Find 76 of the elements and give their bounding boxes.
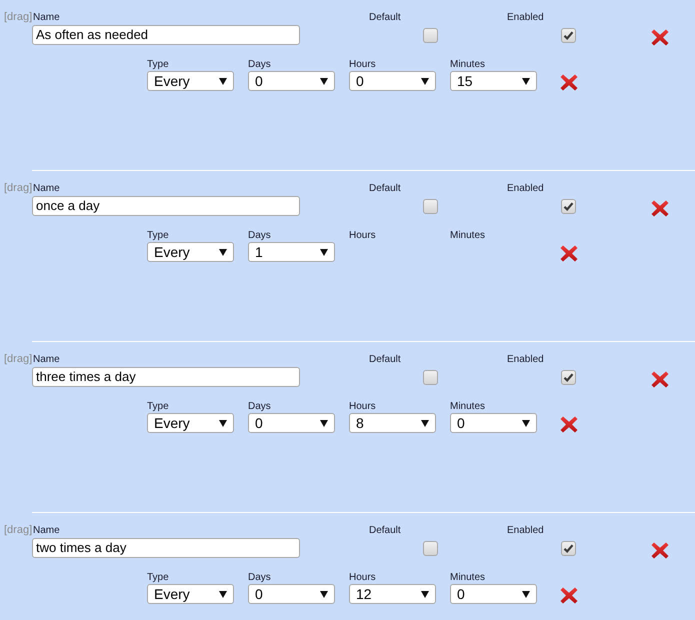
field-label: Hours	[349, 230, 376, 242]
name-field[interactable]: once a day	[32, 196, 300, 216]
field-label: Hours	[349, 59, 376, 71]
checkbox[interactable]	[423, 541, 438, 556]
caret-icon	[421, 420, 429, 426]
field-label: Hours	[349, 572, 376, 584]
cross-icon[interactable]	[560, 416, 578, 433]
cross-icon[interactable]	[560, 245, 578, 262]
field-label: Name	[33, 354, 60, 366]
name-field[interactable]: As often as needed	[32, 25, 300, 45]
field-label: Days	[248, 230, 271, 242]
dropdown[interactable]: 0	[248, 413, 335, 433]
checkbox[interactable]	[423, 28, 438, 43]
caret-icon	[421, 590, 429, 598]
field-label: Days	[248, 572, 271, 584]
checkbox[interactable]	[423, 199, 438, 214]
caret-icon	[522, 78, 530, 84]
dropdown[interactable]: Every	[147, 413, 234, 433]
dropdown[interactable]: 8	[349, 413, 436, 433]
caret-icon	[522, 420, 530, 426]
caret-icon	[219, 78, 227, 84]
field-label: Hours	[349, 401, 376, 413]
caret-icon	[421, 78, 429, 84]
dropdown[interactable]: 0	[450, 413, 537, 433]
field-label: Minutes	[450, 572, 486, 584]
field-label: Minutes	[450, 59, 486, 71]
name-field[interactable]: three times a day	[32, 367, 300, 387]
cross-icon[interactable]	[651, 29, 669, 46]
checkbox[interactable]	[561, 199, 576, 214]
dropdown[interactable]: Every	[147, 242, 234, 262]
dropdown[interactable]: Every	[147, 584, 234, 604]
cross-icon[interactable]	[651, 371, 669, 388]
caret-icon	[219, 590, 227, 598]
cross-icon[interactable]	[651, 200, 669, 217]
dropdown[interactable]: 0	[248, 71, 335, 91]
field-label: Name	[33, 183, 60, 195]
field-label: Minutes	[450, 401, 486, 413]
name-field[interactable]: two times a day	[32, 538, 300, 558]
dropdown[interactable]: 12	[349, 584, 436, 604]
column-label: Enabled	[507, 12, 544, 24]
cross-icon[interactable]	[560, 587, 578, 604]
checkbox[interactable]	[423, 370, 438, 385]
caret-icon	[320, 420, 328, 426]
column-label: Enabled	[507, 183, 544, 195]
field-label: Days	[248, 59, 271, 71]
checkbox[interactable]	[561, 541, 576, 556]
caret-icon	[219, 248, 227, 256]
checkbox[interactable]	[561, 370, 576, 385]
caret-icon	[320, 78, 328, 84]
column-label: Default	[369, 12, 401, 24]
caret-icon	[522, 590, 530, 598]
field-label: Type	[147, 230, 169, 242]
field-label: Days	[248, 401, 271, 413]
column-label: Enabled	[507, 525, 544, 537]
dropdown[interactable]: 0	[248, 584, 335, 604]
field-label: Name	[33, 525, 60, 537]
column-label: Enabled	[507, 354, 544, 366]
checkbox[interactable]	[561, 28, 576, 43]
caret-icon	[320, 590, 328, 598]
cross-icon[interactable]	[560, 74, 578, 91]
dropdown[interactable]: 15	[450, 71, 537, 91]
column-label: Default	[369, 525, 401, 537]
cross-icon[interactable]	[651, 542, 669, 559]
caret-icon	[320, 248, 328, 256]
column-label: Default	[369, 183, 401, 195]
field-label: Type	[147, 572, 169, 584]
dropdown[interactable]: 0	[349, 71, 436, 91]
dropdown[interactable]: Every	[147, 71, 234, 91]
dropdown[interactable]: 0	[450, 584, 537, 604]
field-label: Minutes	[450, 230, 486, 242]
field-label: Type	[147, 401, 169, 413]
column-label: Default	[369, 354, 401, 366]
dropdown[interactable]: 1	[248, 242, 335, 262]
caret-icon	[219, 420, 227, 426]
field-label: Type	[147, 59, 169, 71]
field-label: Name	[33, 12, 60, 24]
